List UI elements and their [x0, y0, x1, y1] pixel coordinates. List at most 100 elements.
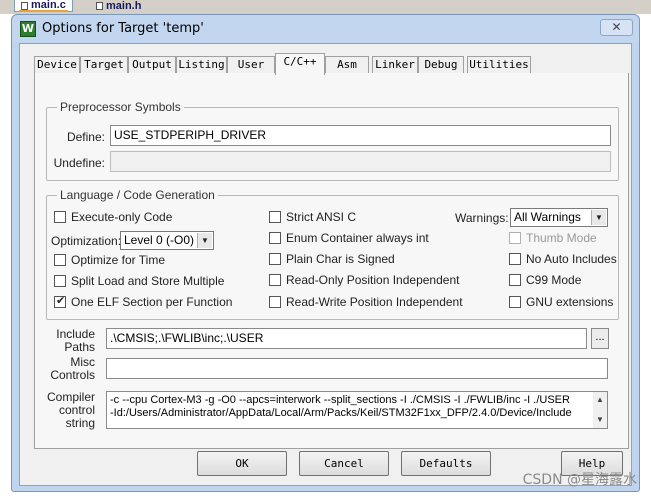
include-label-line1: Include	[56, 327, 95, 341]
define-input[interactable]: USE_STDPERIPH_DRIVER	[110, 125, 611, 146]
tab-device[interactable]: Device	[34, 56, 80, 74]
rw-pi-checkbox[interactable]: Read-Write Position Independent	[269, 295, 463, 309]
warnings-label: Warnings:	[455, 211, 509, 225]
file-icon	[21, 1, 28, 10]
checkbox-label: Read-Write Position Independent	[286, 295, 463, 309]
misc-controls-input[interactable]	[106, 358, 608, 379]
split-load-checkbox[interactable]: Split Load and Store Multiple	[54, 274, 224, 288]
compiler-string-line1: -c --cpu Cortex-M3 -g -O0 --apcs=interwo…	[110, 394, 570, 406]
undefine-input[interactable]	[110, 151, 611, 172]
checkbox-box-checked	[54, 294, 66, 308]
dialog-client-area: Device Target Output Listing User C/C++ …	[19, 43, 632, 486]
vertical-scrollbar[interactable]: ▲ ▼	[593, 392, 607, 428]
codegen-group: Language / Code Generation Execute-only …	[46, 188, 619, 320]
checkbox-box	[509, 274, 521, 286]
misc-label-line2: Controls	[50, 368, 95, 382]
optimization-value: Level 0 (-O0)	[124, 233, 195, 247]
tab-output[interactable]: Output	[128, 56, 176, 74]
checkbox-label: One ELF Section per Function	[71, 295, 233, 309]
cpp-tab-panel: Preprocessor Symbols Define: USE_STDPERI…	[34, 73, 629, 449]
editor-tab-main-c[interactable]: main.c	[14, 0, 73, 12]
tab-user[interactable]: User	[227, 56, 275, 74]
no-auto-includes-checkbox[interactable]: No Auto Includes	[509, 252, 617, 266]
preprocessor-group: Preprocessor Symbols Define: USE_STDPERI…	[46, 100, 619, 181]
active-tab-underline	[19, 10, 68, 12]
chevron-down-icon: ▼	[197, 233, 212, 248]
checkbox-box	[54, 211, 66, 223]
checkbox-label: No Auto Includes	[526, 252, 617, 266]
include-paths-label: Include Paths	[35, 328, 95, 354]
tab-linker[interactable]: Linker	[372, 56, 418, 74]
misc-controls-label: Misc Controls	[35, 356, 95, 382]
c99-checkbox[interactable]: C99 Mode	[509, 273, 581, 287]
tab-asm[interactable]: Asm	[325, 56, 369, 74]
checkbox-box	[509, 253, 521, 265]
optimization-select[interactable]: Level 0 (-O0) ▼	[120, 231, 214, 250]
compiler-label-line1: Compiler	[46, 390, 95, 404]
dialog-title: Options for Target 'temp'	[42, 21, 204, 36]
checkbox-label: Execute-only Code	[71, 210, 173, 224]
checkbox-label: Plain Char is Signed	[286, 252, 395, 266]
optimization-label: Optimization:	[51, 234, 122, 248]
execute-only-checkbox[interactable]: Execute-only Code	[54, 210, 172, 224]
warnings-select[interactable]: All Warnings ▼	[510, 208, 608, 227]
editor-tab-strip: main.c main.h	[0, 0, 651, 14]
checkbox-label: GNU extensions	[526, 295, 614, 309]
strict-ansi-checkbox[interactable]: Strict ANSI C	[269, 210, 356, 224]
checkbox-label: Thumb Mode	[526, 231, 597, 245]
editor-tab-label: main.h	[106, 0, 142, 12]
defaults-button[interactable]: Defaults	[401, 451, 491, 476]
keil-app-icon: W	[20, 21, 36, 37]
checkbox-box	[269, 296, 281, 308]
enum-container-checkbox[interactable]: Enum Container always int	[269, 231, 429, 245]
tab-target[interactable]: Target	[80, 56, 128, 74]
compiler-string-line2: -Id:/Users/Administrator/AppData/Local/A…	[110, 407, 572, 419]
misc-label-line1: Misc	[70, 355, 95, 369]
ro-pi-checkbox[interactable]: Read-Only Position Independent	[269, 273, 459, 287]
include-label-line2: Paths	[64, 340, 95, 354]
checkbox-box	[509, 232, 521, 244]
gnu-extensions-checkbox[interactable]: GNU extensions	[509, 295, 613, 309]
tab-listing[interactable]: Listing	[176, 56, 227, 74]
optimize-time-checkbox[interactable]: Optimize for Time	[54, 253, 165, 267]
tab-utilities[interactable]: Utilities	[467, 56, 531, 74]
warnings-value: All Warnings	[514, 210, 581, 224]
codegen-legend: Language / Code Generation	[57, 188, 218, 202]
checkbox-label: C99 Mode	[526, 273, 582, 287]
checkbox-box	[269, 253, 281, 265]
include-paths-browse-button[interactable]: ...	[591, 328, 609, 349]
define-label: Define:	[66, 130, 105, 144]
tab-debug[interactable]: Debug	[418, 56, 464, 74]
checkbox-label: Split Load and Store Multiple	[71, 274, 225, 288]
compiler-label-line3: string	[65, 416, 95, 430]
editor-tab-main-h[interactable]: main.h	[90, 0, 147, 12]
checkbox-box	[509, 296, 521, 308]
close-icon: ✕	[611, 20, 622, 34]
cancel-button[interactable]: Cancel	[299, 451, 389, 476]
checkbox-box	[269, 232, 281, 244]
options-dialog: W Options for Target 'temp' ✕ Device Tar…	[11, 14, 640, 492]
options-tabbar: Device Target Output Listing User C/C++ …	[20, 53, 631, 75]
checkbox-box	[269, 274, 281, 286]
compiler-control-textarea[interactable]: -c --cpu Cortex-M3 -g -O0 --apcs=interwo…	[106, 391, 608, 429]
file-icon	[96, 2, 103, 10]
scroll-down-icon[interactable]: ▼	[593, 414, 607, 426]
chevron-down-icon: ▼	[591, 210, 606, 225]
ok-button[interactable]: OK	[197, 451, 287, 476]
tab-c-cpp[interactable]: C/C++	[275, 53, 325, 75]
close-button[interactable]: ✕	[600, 19, 633, 36]
dialog-titlebar[interactable]: W Options for Target 'temp' ✕	[12, 15, 639, 42]
thumb-mode-checkbox[interactable]: Thumb Mode	[509, 231, 597, 245]
checkbox-label: Read-Only Position Independent	[286, 273, 460, 287]
compiler-label-line2: control	[58, 403, 95, 417]
one-elf-checkbox[interactable]: One ELF Section per Function	[54, 294, 233, 309]
scroll-up-icon[interactable]: ▲	[593, 394, 607, 406]
include-paths-input[interactable]: .\CMSIS;.\FWLIB\inc;.\USER	[106, 328, 587, 349]
plain-char-checkbox[interactable]: Plain Char is Signed	[269, 252, 395, 266]
checkbox-label: Enum Container always int	[286, 231, 429, 245]
undefine-label: Undefine:	[53, 156, 105, 170]
checkbox-label: Strict ANSI C	[286, 210, 357, 224]
preprocessor-legend: Preprocessor Symbols	[57, 100, 184, 114]
checkbox-box	[54, 275, 66, 287]
compiler-control-label: Compiler control string	[35, 391, 95, 430]
